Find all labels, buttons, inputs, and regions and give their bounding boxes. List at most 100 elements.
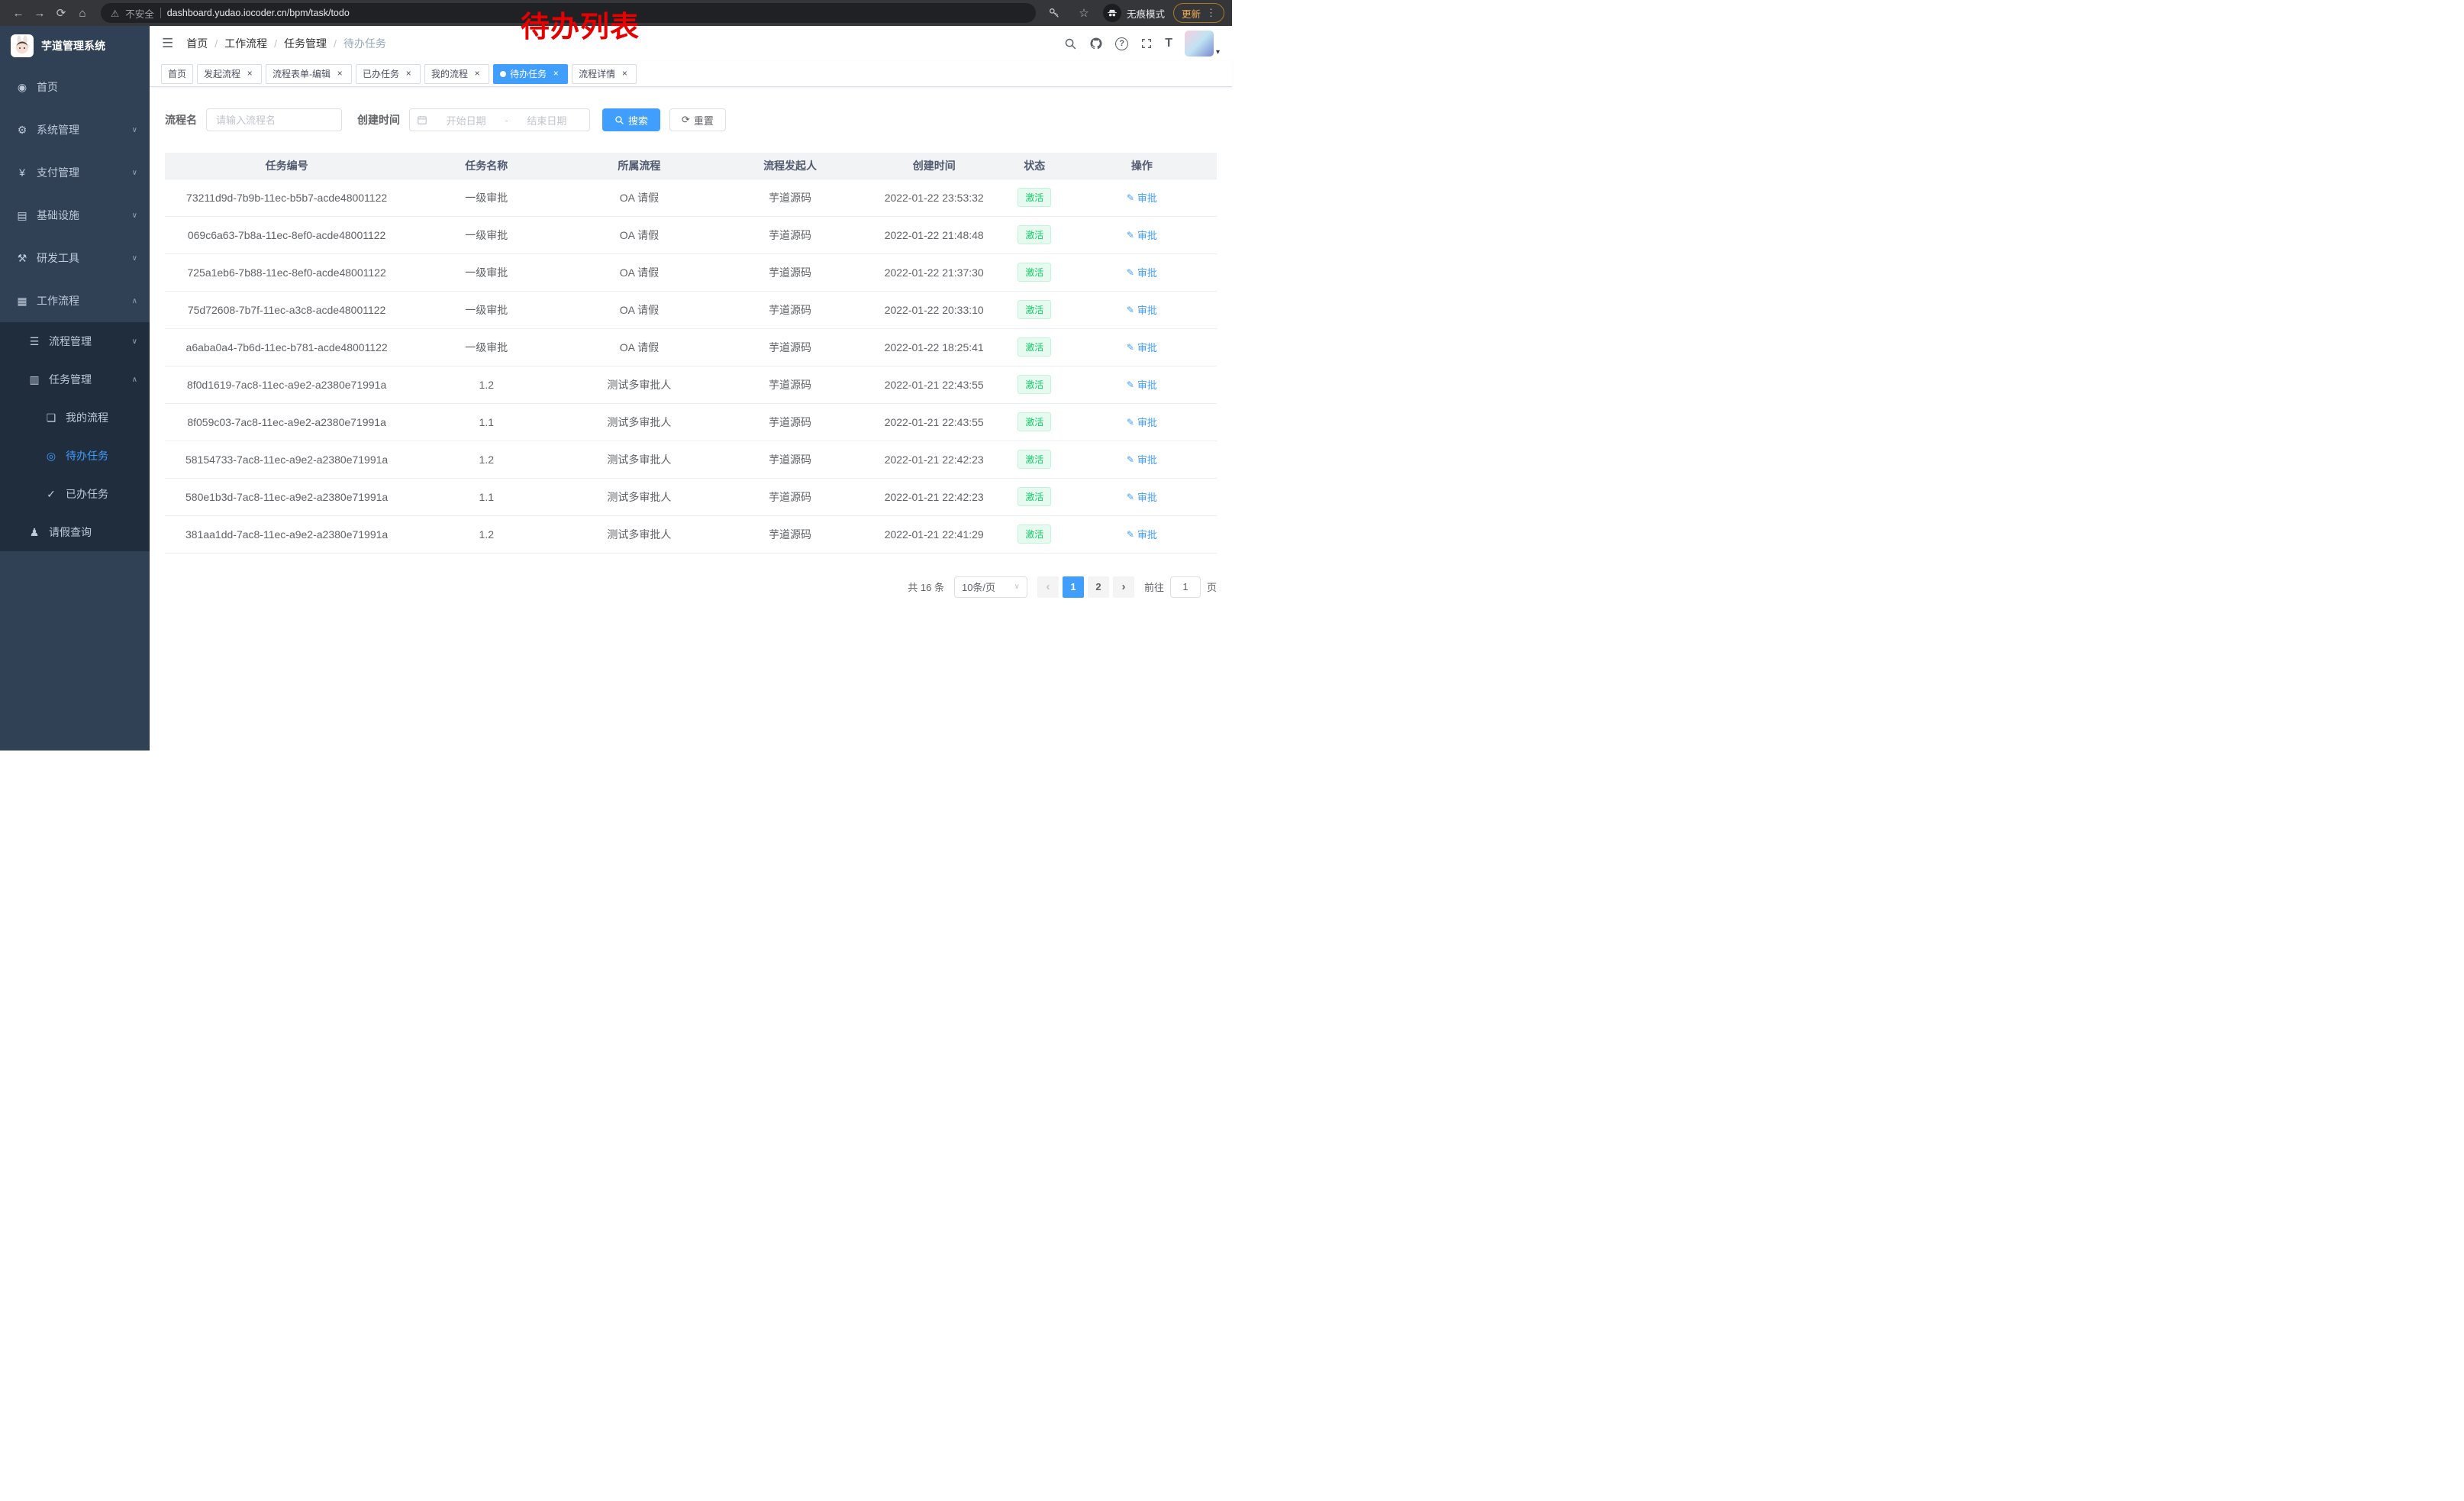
- browser-forward-icon[interactable]: →: [29, 2, 50, 24]
- tab-close-icon[interactable]: ×: [619, 69, 630, 79]
- tab[interactable]: 我的流程 ×: [424, 64, 489, 84]
- eye-icon: ◎: [44, 450, 58, 463]
- end-date-placeholder: 结束日期: [511, 113, 582, 128]
- prev-page-button[interactable]: ‹: [1037, 576, 1059, 598]
- approve-action-link[interactable]: ✎ 审批: [1127, 377, 1157, 392]
- approve-action-label: 审批: [1137, 302, 1157, 317]
- sidebar-toggle-icon[interactable]: ☰: [162, 36, 173, 51]
- cell-task-id: 8f0d1619-7ac8-11ec-a9e2-a2380e71991a: [165, 366, 408, 403]
- approve-action-link[interactable]: ✎ 审批: [1127, 228, 1157, 242]
- incognito-badge[interactable]: 无痕模式: [1103, 4, 1165, 22]
- cell-create-time: 2022-01-21 22:42:23: [866, 478, 1002, 515]
- approve-action-link[interactable]: ✎ 审批: [1127, 527, 1157, 541]
- user-icon: ♟: [27, 526, 41, 539]
- pagination-total: 共 16 条: [908, 579, 944, 594]
- approve-action-link[interactable]: ✎ 审批: [1127, 340, 1157, 354]
- cell-task-name: 一级审批: [408, 291, 564, 328]
- tab-label: 首页: [168, 67, 186, 80]
- search-button[interactable]: 搜索: [602, 108, 660, 131]
- sidebar-item-devtools[interactable]: ⚒ 研发工具 ∨: [0, 237, 150, 279]
- table-row: 73211d9d-7b9b-11ec-b5b7-acde48001122 一级审…: [165, 179, 1217, 216]
- tab[interactable]: 待办任务 ×: [493, 64, 568, 84]
- approve-action-link[interactable]: ✎ 审批: [1127, 489, 1157, 504]
- cell-process: OA 请假: [564, 253, 714, 291]
- github-icon[interactable]: [1089, 37, 1103, 50]
- tab[interactable]: 首页: [161, 64, 193, 84]
- cell-create-time: 2022-01-21 22:43:55: [866, 366, 1002, 403]
- app-navbar: ☰ 首页 / 工作流程 / 任务管理 / 待办任务: [150, 26, 1232, 61]
- help-icon[interactable]: ?: [1115, 37, 1128, 50]
- tab-close-icon[interactable]: ×: [550, 69, 561, 79]
- page-number-button[interactable]: 1: [1063, 576, 1084, 598]
- sidebar-item-done-task[interactable]: ✓ 已办任务: [0, 475, 150, 513]
- logo-image: [11, 34, 34, 57]
- browser-back-icon[interactable]: ←: [8, 2, 29, 24]
- cell-initiator: 芋道源码: [714, 328, 866, 366]
- cell-task-id: 580e1b3d-7ac8-11ec-a9e2-a2380e71991a: [165, 478, 408, 515]
- address-bar[interactable]: ⚠ 不安全 dashboard.yudao.iocoder.cn/bpm/tas…: [101, 3, 1036, 23]
- search-icon: [614, 115, 624, 125]
- tab-close-icon[interactable]: ×: [472, 69, 482, 79]
- edit-icon: ✎: [1127, 529, 1134, 540]
- tab[interactable]: 流程详情 ×: [572, 64, 637, 84]
- approve-action-link[interactable]: ✎ 审批: [1127, 452, 1157, 466]
- user-avatar-menu[interactable]: ▾: [1185, 31, 1220, 56]
- sidebar-item-workflow[interactable]: ▦ 工作流程 ∧: [0, 279, 150, 322]
- page-size-select[interactable]: 10条/页 ∨: [954, 576, 1027, 598]
- cell-task-id: 58154733-7ac8-11ec-a9e2-a2380e71991a: [165, 441, 408, 478]
- sidebar-item-my-process[interactable]: ❏ 我的流程: [0, 399, 150, 437]
- sidebar-menu: ◉ 首页 ⚙ 系统管理 ∨ ¥ 支付管理 ∨ ▤ 基础设施 ∨ ⚒ 研发工具 ∨: [0, 66, 150, 551]
- font-size-icon[interactable]: T: [1165, 37, 1172, 50]
- breadcrumb-item-home[interactable]: 首页: [186, 36, 208, 51]
- tab-close-icon[interactable]: ×: [403, 69, 414, 79]
- breadcrumb-item-workflow[interactable]: 工作流程: [224, 36, 267, 51]
- approve-action-link[interactable]: ✎ 审批: [1127, 302, 1157, 317]
- bookmark-star-icon[interactable]: ☆: [1073, 2, 1095, 24]
- date-range-picker[interactable]: 开始日期 - 结束日期: [409, 108, 590, 131]
- cell-create-time: 2022-01-21 22:43:55: [866, 403, 1002, 441]
- search-icon[interactable]: [1064, 37, 1077, 50]
- date-range-separator: -: [505, 115, 508, 126]
- next-page-button[interactable]: ›: [1113, 576, 1134, 598]
- goto-page-input[interactable]: [1170, 576, 1201, 598]
- browser-refresh-icon[interactable]: ⟳: [50, 2, 72, 24]
- create-time-label: 创建时间: [357, 112, 400, 128]
- chevron-up-icon: ∧: [132, 297, 137, 305]
- cell-create-time: 2022-01-22 21:37:30: [866, 253, 1002, 291]
- password-key-icon[interactable]: [1043, 2, 1065, 24]
- sidebar-item-home[interactable]: ◉ 首页: [0, 66, 150, 108]
- edit-icon: ✎: [1127, 492, 1134, 502]
- fullscreen-icon[interactable]: [1140, 37, 1153, 50]
- tab[interactable]: 发起流程 ×: [197, 64, 262, 84]
- cell-task-name: 1.2: [408, 366, 564, 403]
- sidebar-item-task-management[interactable]: ▥ 任务管理 ∧: [0, 360, 150, 399]
- sidebar-item-leave-query[interactable]: ♟ 请假查询: [0, 513, 150, 551]
- sidebar-item-system[interactable]: ⚙ 系统管理 ∨: [0, 108, 150, 151]
- page-number-button[interactable]: 2: [1088, 576, 1109, 598]
- browser-menu-dots-icon[interactable]: ⋮: [1206, 7, 1216, 19]
- process-name-input[interactable]: [206, 108, 342, 131]
- breadcrumb-item-task-management[interactable]: 任务管理: [284, 36, 327, 51]
- approve-action-link[interactable]: ✎ 审批: [1127, 265, 1157, 279]
- cell-process: 测试多审批人: [564, 403, 714, 441]
- sidebar-item-process-management[interactable]: ☰ 流程管理 ∨: [0, 322, 150, 360]
- status-badge: 激活: [1018, 300, 1051, 319]
- page-content: 流程名 创建时间 开始日期 - 结束日期: [150, 87, 1232, 750]
- approve-action-link[interactable]: ✎ 审批: [1127, 190, 1157, 205]
- sidebar-item-infrastructure[interactable]: ▤ 基础设施 ∨: [0, 194, 150, 237]
- chevron-down-icon: ∨: [132, 254, 137, 263]
- app-logo[interactable]: 芋道管理系统: [0, 26, 150, 66]
- table-column-header: 创建时间: [866, 153, 1002, 179]
- tab[interactable]: 流程表单-编辑 ×: [266, 64, 352, 84]
- sidebar-item-todo-task[interactable]: ◎ 待办任务: [0, 437, 150, 475]
- approve-action-link[interactable]: ✎ 审批: [1127, 415, 1157, 429]
- tab-close-icon[interactable]: ×: [244, 69, 255, 79]
- tab[interactable]: 已办任务 ×: [356, 64, 421, 84]
- cell-create-time: 2022-01-21 22:42:23: [866, 441, 1002, 478]
- browser-update-button[interactable]: 更新 ⋮: [1173, 3, 1224, 23]
- tab-close-icon[interactable]: ×: [334, 69, 345, 79]
- browser-home-icon[interactable]: ⌂: [72, 2, 93, 24]
- sidebar-item-payment[interactable]: ¥ 支付管理 ∨: [0, 151, 150, 194]
- reset-button[interactable]: ⟳ 重置: [669, 108, 726, 131]
- approve-action-label: 审批: [1137, 265, 1157, 279]
